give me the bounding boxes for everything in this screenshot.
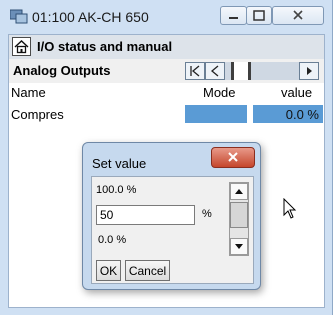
nav-prev-button[interactable]: [205, 62, 225, 80]
max-value-label: 100.0 %: [96, 184, 137, 196]
app-icon: [10, 9, 28, 24]
column-mode: Mode: [203, 85, 236, 100]
app-window: 01:100 AK-CH 650 I/O status and manual A…: [0, 0, 333, 315]
page-header: I/O status and manual: [9, 35, 324, 60]
triangle-up-icon: [235, 189, 243, 194]
set-value-dialog: Set value 100.0 % % 0.0 % OK Cancel: [82, 142, 261, 290]
scroll-down-button[interactable]: [230, 238, 248, 255]
section-title: Analog Outputs: [13, 63, 111, 78]
row-value-cell[interactable]: 0.0 %: [253, 105, 323, 123]
home-button[interactable]: [12, 37, 31, 56]
section-header: Analog Outputs: [9, 59, 324, 83]
window-title: 01:100 AK-CH 650: [32, 9, 149, 25]
value-input[interactable]: [96, 205, 195, 225]
row-mode-cell[interactable]: [185, 105, 247, 123]
row-name: Compres: [11, 107, 64, 122]
mouse-pointer-icon: [283, 198, 297, 219]
minimize-icon: [229, 17, 238, 19]
column-header-row: Name Mode value: [9, 83, 324, 103]
row-value: 0.0 %: [285, 107, 319, 122]
nav-first-button[interactable]: [185, 62, 205, 80]
close-button[interactable]: [272, 6, 324, 25]
chevron-left-icon: [210, 65, 219, 77]
triangle-down-icon: [235, 244, 243, 249]
scroll-up-button[interactable]: [230, 183, 248, 200]
nav-next-button[interactable]: [299, 62, 319, 80]
close-icon: [228, 152, 238, 162]
cancel-button[interactable]: Cancel: [125, 260, 170, 281]
dialog-body: 100.0 % % 0.0 % OK Cancel: [91, 176, 254, 284]
maximize-icon: [253, 10, 265, 21]
min-value-label: 0.0 %: [98, 234, 127, 246]
skip-first-icon: [190, 65, 200, 77]
column-value: value: [281, 85, 313, 100]
dialog-close-button[interactable]: [211, 147, 255, 168]
page-title: I/O status and manual: [37, 39, 173, 54]
chevron-right-icon: [307, 67, 312, 75]
scroll-thumb[interactable]: [230, 202, 248, 228]
close-icon: [293, 10, 303, 20]
table-row[interactable]: Compres 0.0 %: [9, 103, 324, 125]
unit-label: %: [202, 208, 212, 220]
minimize-button[interactable]: [220, 6, 247, 25]
home-icon: [14, 40, 29, 54]
ok-button[interactable]: OK: [96, 260, 121, 281]
title-bar[interactable]: 01:100 AK-CH 650: [0, 0, 333, 30]
value-scrollbar[interactable]: [229, 182, 249, 256]
maximize-button[interactable]: [246, 6, 272, 25]
column-name: Name: [11, 85, 46, 100]
page-scroll-thumb[interactable]: [231, 62, 251, 80]
dialog-title: Set value: [92, 156, 147, 171]
